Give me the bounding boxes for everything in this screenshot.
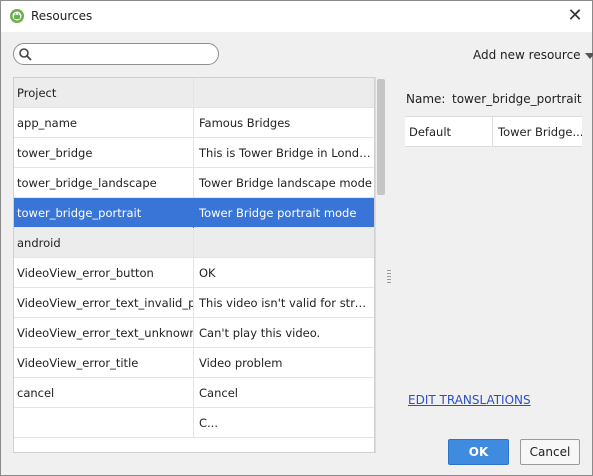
- name-value: tower_bridge_portrait: [452, 92, 582, 106]
- resource-key-cell: android: [14, 228, 194, 258]
- resources-dialog: Resources ✕ Add new resource Project app_…: [0, 0, 593, 476]
- resource-key-cell: tower_bridge: [14, 138, 194, 168]
- resource-row[interactable]: C...: [14, 408, 374, 438]
- resource-value-cell: Famous Bridges: [199, 116, 291, 130]
- resource-key-cell: app_name: [14, 108, 194, 138]
- resource-value-cell: This is Tower Bridge in Londo...: [199, 146, 373, 160]
- android-studio-icon: [10, 9, 24, 23]
- resource-value-cell: This video isn't valid for strea...: [199, 296, 373, 310]
- resource-row[interactable]: VideoView_error_text_invalid_prog This vi…: [14, 288, 374, 318]
- dialog-content: Add new resource Project app_name Famous B…: [1, 32, 593, 475]
- resource-key-cell: VideoView_error_title: [14, 348, 194, 378]
- search-box[interactable]: [13, 43, 219, 65]
- resource-row[interactable]: VideoView_error_text_unknown Can't play t…: [14, 318, 374, 348]
- window-title: Resources: [31, 9, 93, 23]
- resource-table[interactable]: Project app_name Famous Bridges tower_bridg…: [13, 77, 375, 453]
- translation-value-cell[interactable]: Tower Bridge...: [494, 117, 582, 147]
- resource-row[interactable]: app_name Famous Bridges: [14, 108, 374, 138]
- resource-row[interactable]: VideoView_error_button OK: [14, 258, 374, 288]
- resource-key-cell: VideoView_error_text_unknown: [14, 318, 194, 348]
- resource-row[interactable]: tower_bridge_portrait Tower Bridge portra…: [14, 198, 374, 228]
- resource-key-cell: [14, 408, 194, 438]
- ok-button[interactable]: OK: [448, 439, 509, 465]
- splitter-handle[interactable]: [387, 270, 391, 284]
- close-icon: ✕: [567, 5, 583, 26]
- table-scrollbar[interactable]: [375, 77, 386, 453]
- resource-key-cell: VideoView_error_button: [14, 258, 194, 288]
- resource-row[interactable]: cancel Cancel: [14, 378, 374, 408]
- resource-key-cell: VideoView_error_text_invalid_prog: [14, 288, 194, 318]
- search-icon: [19, 48, 32, 61]
- resource-value-cell: Tower Bridge landscape mode: [199, 176, 372, 190]
- translations-table: Default Tower Bridge...: [405, 116, 582, 147]
- resource-key-cell: tower_bridge_portrait: [14, 198, 194, 228]
- resource-value-cell: [195, 78, 373, 108]
- resource-value-cell: Can't play this video.: [199, 326, 321, 340]
- cancel-button[interactable]: Cancel: [520, 439, 580, 465]
- resource-key-cell: Project: [14, 78, 194, 108]
- resource-group-row[interactable]: Project: [14, 78, 374, 108]
- resource-value-cell: C...: [199, 416, 218, 430]
- resource-value-cell: [195, 228, 373, 258]
- scrollbar-thumb[interactable]: [377, 79, 385, 195]
- resource-value-cell: Cancel: [199, 386, 238, 400]
- resource-row[interactable]: VideoView_error_title Video problem: [14, 348, 374, 378]
- resource-value-cell: Video problem: [199, 356, 283, 370]
- resource-value-cell: Tower Bridge portrait mode: [199, 206, 357, 220]
- close-button[interactable]: ✕: [564, 5, 586, 27]
- resource-key-cell: cancel: [14, 378, 194, 408]
- resource-key-cell: tower_bridge_landscape: [14, 168, 194, 198]
- dropdown-caret-icon: [584, 52, 593, 59]
- edit-translations-link[interactable]: EDIT TRANSLATIONS: [408, 393, 531, 407]
- locale-cell[interactable]: Default: [405, 117, 493, 147]
- search-input[interactable]: [34, 46, 214, 62]
- resource-group-row[interactable]: android: [14, 228, 374, 258]
- resource-row[interactable]: tower_bridge_landscape Tower Bridge lands…: [14, 168, 374, 198]
- add-new-resource-label: Add new resource: [473, 48, 581, 62]
- resource-row[interactable]: tower_bridge This is Tower Bridge in Lond…: [14, 138, 374, 168]
- title-bar: Resources ✕: [1, 1, 592, 32]
- resource-value-cell: OK: [199, 266, 216, 280]
- add-new-resource-dropdown[interactable]: Add new resource: [473, 48, 593, 62]
- name-label: Name:: [406, 92, 446, 106]
